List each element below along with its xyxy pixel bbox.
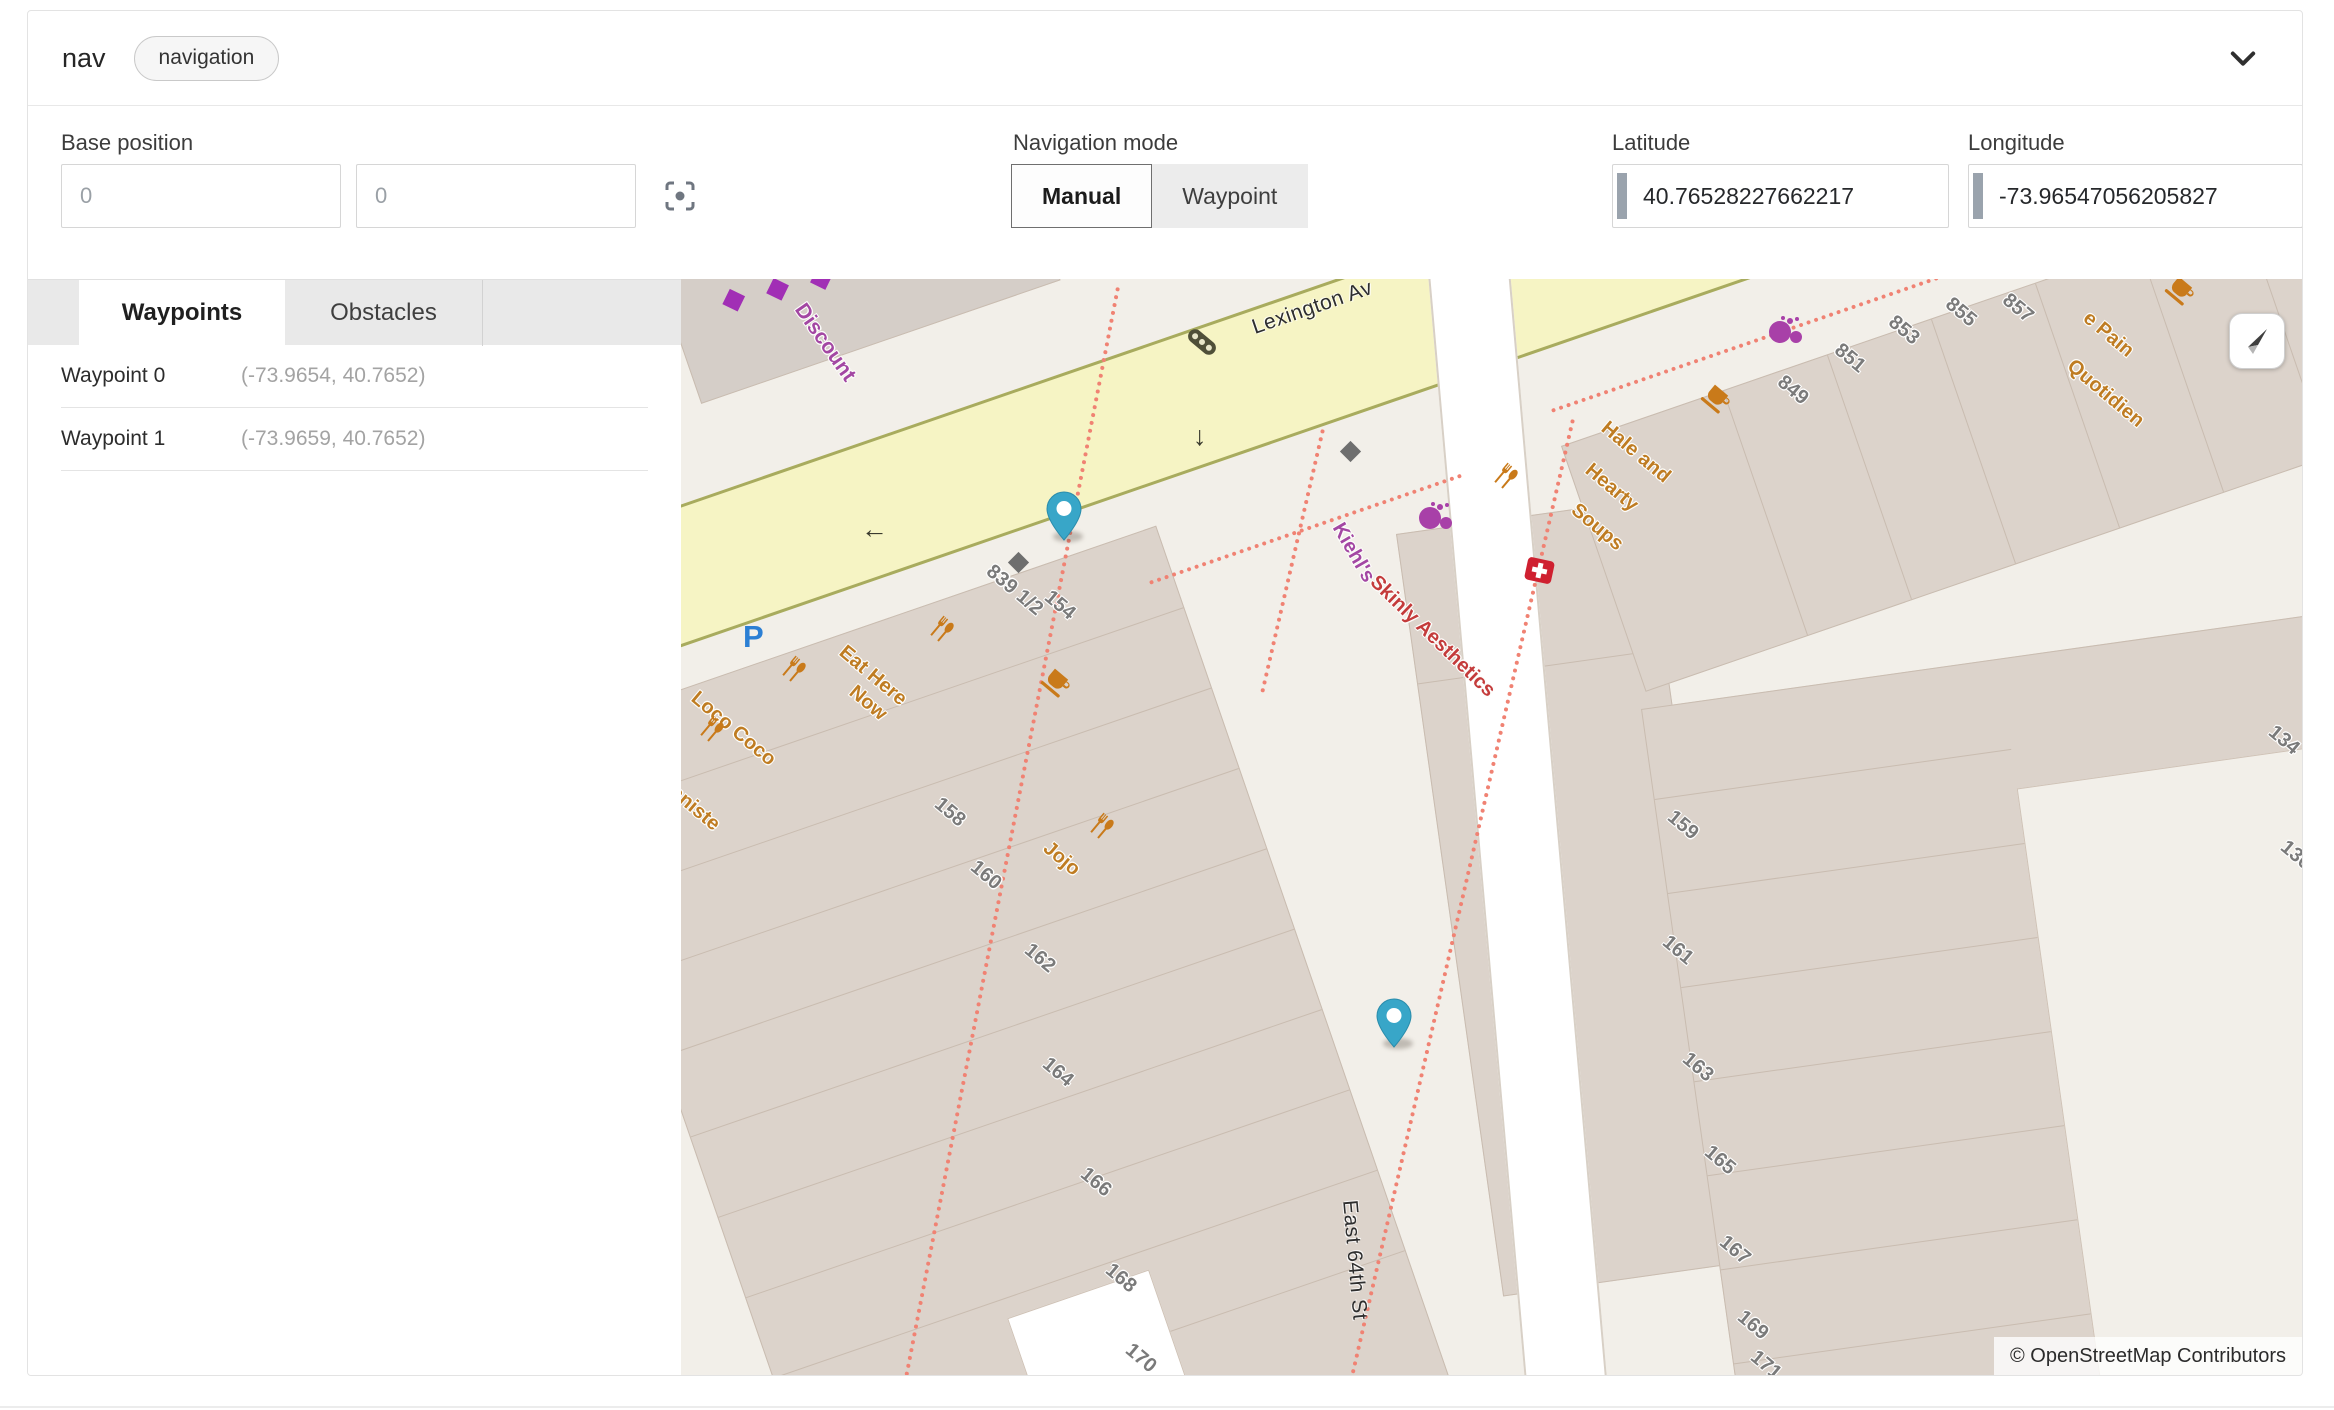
card-title: nav xyxy=(62,43,106,74)
latitude-label: Latitude xyxy=(1612,130,1690,156)
shop-icon xyxy=(1340,441,1361,462)
content-area: Waypoints Obstacles Waypoint 0 (-73.9654… xyxy=(28,279,2302,1376)
tab-waypoints[interactable]: Waypoints xyxy=(79,280,285,346)
cosmetics-shop-icon xyxy=(1769,321,1791,343)
clothes-shop-icon xyxy=(722,289,745,312)
mode-waypoint-button[interactable]: Waypoint xyxy=(1152,164,1308,228)
latitude-drag-handle xyxy=(1617,173,1627,219)
longitude-field-wrap xyxy=(1968,164,2303,228)
tab-obstacles[interactable]: Obstacles xyxy=(285,280,483,346)
waypoint-name: Waypoint 1 xyxy=(61,427,241,451)
base-position-y-input[interactable] xyxy=(356,164,636,228)
mode-manual-button[interactable]: Manual xyxy=(1011,164,1152,228)
waypoint-coords: (-73.9659, 40.7652) xyxy=(241,427,425,451)
cosmetics-shop-icon xyxy=(1419,507,1441,529)
map-attribution: © OpenStreetMap Contributors xyxy=(1994,1337,2302,1376)
building-block-northeast xyxy=(1561,279,2302,692)
navigation-mode-toggle: Manual Waypoint xyxy=(1011,164,1308,228)
nav-card: nav navigation Base position Navigation … xyxy=(27,10,2303,1376)
map-canvas[interactable]: Lexington Av East 64th St Discount Kiehl… xyxy=(681,279,2302,1376)
waypoint-name: Waypoint 0 xyxy=(61,364,241,388)
bicycle-parking-icon: P xyxy=(743,619,764,655)
waypoint-coords: (-73.9654, 40.7652) xyxy=(241,364,425,388)
latitude-input[interactable] xyxy=(1612,164,1949,228)
focus-base-button[interactable] xyxy=(660,176,700,219)
clothes-shop-icon xyxy=(766,279,789,301)
longitude-drag-handle xyxy=(1973,173,1983,219)
waypoint-pin-1[interactable] xyxy=(1375,998,1413,1048)
component-type-badge: navigation xyxy=(134,36,280,81)
controls-row: Base position Navigation mode Manual Way… xyxy=(28,106,2302,278)
waypoint-row-1[interactable]: Waypoint 1 (-73.9659, 40.7652) xyxy=(61,408,648,471)
base-position-label: Base position xyxy=(61,130,193,156)
building-block-northwest xyxy=(681,279,1061,404)
poi-label-kiehls: Kiehl's xyxy=(1327,519,1379,587)
waypoint-pin-0[interactable] xyxy=(1045,491,1083,541)
longitude-label: Longitude xyxy=(1968,130,2065,156)
card-header: nav navigation xyxy=(28,11,2302,106)
navigation-mode-label: Navigation mode xyxy=(1013,130,1178,156)
latitude-field-wrap xyxy=(1612,164,1949,228)
waypoint-row-0[interactable]: Waypoint 0 (-73.9654, 40.7652) xyxy=(61,345,648,408)
oneway-arrow-left-icon: ← xyxy=(861,514,888,545)
courtyard xyxy=(1007,1270,1191,1376)
waypoints-sidebar: Waypoints Obstacles Waypoint 0 (-73.9654… xyxy=(28,279,681,1376)
clothes-shop-icon xyxy=(810,279,833,290)
longitude-input[interactable] xyxy=(1968,164,2303,228)
dashed-path xyxy=(1260,429,1325,693)
crosshair-icon xyxy=(660,176,700,216)
tab-strip: Waypoints Obstacles xyxy=(28,279,681,345)
compass-button[interactable] xyxy=(2229,313,2285,369)
collapse-chevron-icon[interactable] xyxy=(2226,41,2260,75)
base-position-x-input[interactable] xyxy=(61,164,341,228)
compass-needle-icon xyxy=(2239,323,2275,359)
courtyard xyxy=(2017,747,2302,1376)
page-divider xyxy=(0,1406,2334,1408)
oneway-arrow-down-icon: ↓ xyxy=(1193,421,1207,452)
